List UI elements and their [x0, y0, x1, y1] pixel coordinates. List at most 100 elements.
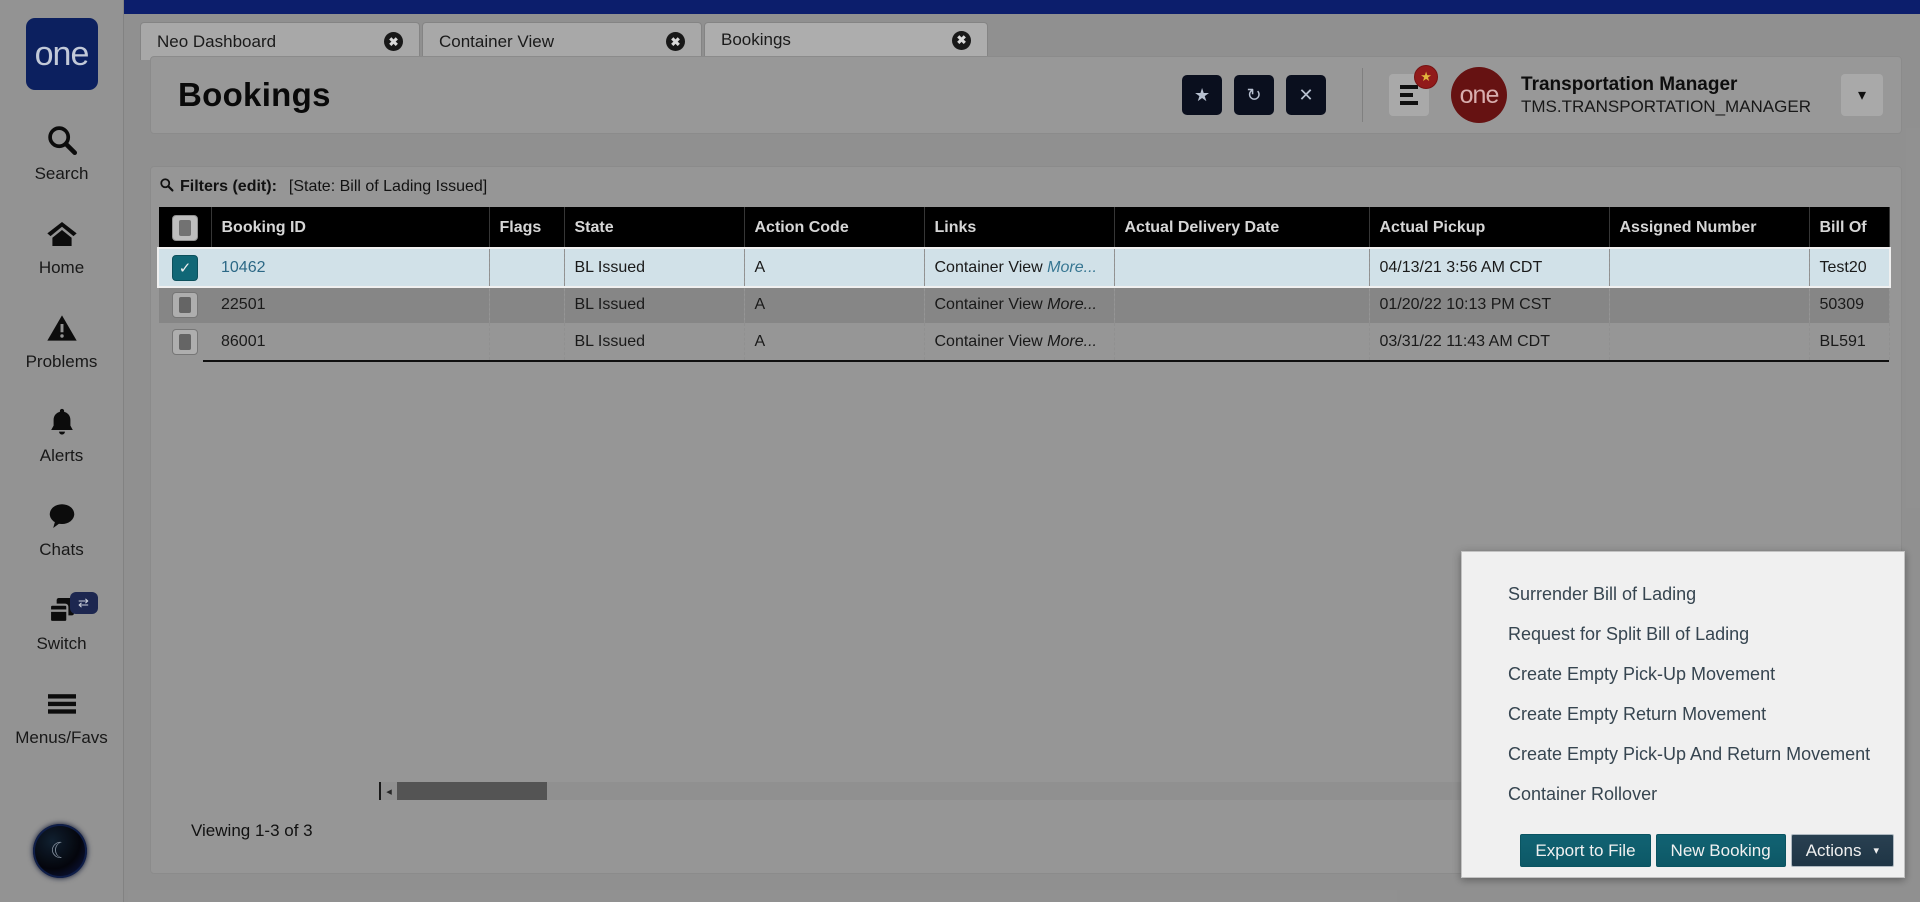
hamburger-icon: [45, 684, 79, 724]
cell-actual-delivery-date: [1114, 286, 1370, 323]
cell-assigned-number: [1609, 286, 1810, 323]
header-menu-button[interactable]: ★: [1389, 65, 1439, 116]
cell-booking-id[interactable]: 22501: [211, 286, 490, 323]
bell-icon: [46, 402, 78, 442]
cell-flags: [489, 286, 565, 323]
row-checkbox[interactable]: [172, 328, 198, 355]
cell-actual-pickup: 04/13/21 3:56 AM CDT: [1369, 249, 1610, 286]
table-row[interactable]: 22501 BL Issued A Container View More...…: [159, 286, 1890, 323]
menu-item-create-empty-return-movement[interactable]: Create Empty Return Movement: [1462, 694, 1904, 734]
cell-actual-delivery-date: [1114, 323, 1370, 360]
more-link[interactable]: More...: [1047, 259, 1097, 276]
menu-item-container-rollover[interactable]: Container Rollover: [1462, 774, 1904, 814]
row-checkbox[interactable]: [172, 291, 198, 318]
user-id: TMS.TRANSPORTATION_MANAGER: [1521, 97, 1811, 117]
refresh-button[interactable]: ↻: [1234, 75, 1275, 115]
tab-strip: Neo Dashboard ✖ Container View ✖ Booking…: [140, 14, 990, 60]
select-all-checkbox[interactable]: [171, 215, 198, 241]
top-accent-bar: [124, 0, 1920, 14]
column-header-assigned-number[interactable]: Assigned Number: [1609, 207, 1810, 249]
cell-links[interactable]: Container View More...: [924, 249, 1115, 286]
column-header-links[interactable]: Links: [924, 207, 1115, 249]
filters-label[interactable]: Filters (edit):: [180, 178, 277, 196]
scroll-left-arrow-icon[interactable]: ◂: [381, 785, 397, 798]
sidebar-item-label: Switch: [36, 634, 87, 653]
chat-bubble-icon: [44, 496, 80, 536]
assistant-orb-button[interactable]: ☾: [33, 824, 87, 878]
cell-state: BL Issued: [564, 323, 745, 360]
cell-bill-of: BL591: [1809, 323, 1890, 360]
checkbox-inner: [178, 220, 191, 236]
more-link[interactable]: More...: [1047, 296, 1097, 313]
export-to-file-button[interactable]: Export to File: [1520, 834, 1651, 867]
actions-dropdown-menu: Surrender Bill of Lading Request for Spl…: [1461, 551, 1905, 878]
table-row[interactable]: 86001 BL Issued A Container View More...…: [159, 323, 1890, 360]
sidebar-item-switch[interactable]: ⇄ Switch: [0, 590, 124, 654]
cell-action-code: A: [744, 286, 925, 323]
tab-container-view[interactable]: Container View ✖: [422, 22, 702, 60]
menu-item-surrender-bill-of-lading[interactable]: Surrender Bill of Lading: [1462, 574, 1904, 614]
container-view-link[interactable]: Container View: [935, 296, 1043, 313]
new-booking-button[interactable]: New Booking: [1655, 834, 1786, 867]
sidebar-item-label: Problems: [25, 352, 98, 371]
column-header-bill-of[interactable]: Bill Of: [1809, 207, 1890, 249]
search-icon: [45, 120, 79, 160]
actions-button-label: Actions: [1805, 840, 1862, 860]
row-checkbox[interactable]: ✓: [172, 254, 198, 281]
column-header-booking-id[interactable]: Booking ID: [211, 207, 490, 249]
swap-arrows-icon[interactable]: ⇄: [69, 592, 98, 614]
column-header-action-code[interactable]: Action Code: [744, 207, 925, 249]
search-icon: [159, 177, 174, 197]
sidebar-item-home[interactable]: Home: [0, 214, 124, 278]
row-select-cell: [159, 286, 211, 323]
tab-neo-dashboard[interactable]: Neo Dashboard ✖: [140, 22, 420, 60]
viewing-count: Viewing 1-3 of 3: [191, 821, 313, 840]
one-network-logo[interactable]: one: [25, 18, 98, 90]
star-icon: ★: [1193, 84, 1211, 105]
menu-item-create-empty-pickup-movement[interactable]: Create Empty Pick-Up Movement: [1462, 654, 1904, 694]
bookings-table-wrapper: Booking ID Flags State Action Code Links…: [157, 207, 1897, 362]
close-icon[interactable]: ✖: [666, 32, 685, 51]
more-link[interactable]: More...: [1047, 333, 1097, 350]
close-icon: ✕: [1298, 84, 1314, 105]
cell-links[interactable]: Container View More...: [924, 323, 1115, 360]
actions-button[interactable]: Actions ▾: [1790, 834, 1894, 867]
close-icon[interactable]: ✖: [384, 32, 403, 51]
sidebar-item-label: Chats: [39, 540, 84, 559]
table-row[interactable]: ✓ 10462 BL Issued A Container View More.…: [157, 247, 1891, 288]
favorite-star-button[interactable]: ★: [1182, 75, 1223, 115]
header-divider: [1362, 68, 1364, 122]
sidebar-item-menus-favs[interactable]: Menus/Favs: [0, 684, 124, 748]
sidebar-item-problems[interactable]: Problems: [0, 308, 124, 372]
menu-item-create-empty-pickup-and-return-movement[interactable]: Create Empty Pick-Up And Return Movement: [1462, 734, 1904, 774]
avatar[interactable]: one: [1451, 67, 1508, 123]
container-view-link[interactable]: Container View: [935, 259, 1043, 276]
chevron-down-glyph: ▾: [1857, 87, 1867, 104]
cell-flags: [489, 323, 565, 360]
refresh-icon: ↻: [1246, 84, 1262, 105]
container-view-link[interactable]: Container View: [935, 333, 1043, 350]
cell-booking-id[interactable]: 86001: [211, 323, 490, 360]
sidebar-item-chats[interactable]: Chats: [0, 496, 124, 560]
close-button[interactable]: ✕: [1286, 75, 1327, 115]
cell-booking-id[interactable]: 10462: [211, 249, 490, 286]
caret-down-icon: ▾: [1873, 845, 1879, 857]
column-header-actual-delivery-date[interactable]: Actual Delivery Date: [1114, 207, 1370, 249]
user-menu-chevron-down-icon[interactable]: ▾: [1841, 74, 1883, 116]
sidebar-item-label: Search: [34, 164, 89, 183]
tab-bookings[interactable]: Bookings ✖: [704, 22, 988, 60]
warning-triangle-icon: [45, 308, 79, 348]
cell-assigned-number: [1609, 249, 1810, 286]
cell-assigned-number: [1609, 323, 1810, 360]
horizontal-scrollbar[interactable]: ◂: [379, 782, 1627, 800]
column-header-flags[interactable]: Flags: [489, 207, 565, 249]
sidebar-item-alerts[interactable]: Alerts: [0, 402, 124, 466]
user-name: Transportation Manager: [1521, 73, 1738, 95]
scrollbar-thumb[interactable]: [397, 782, 547, 800]
sidebar-item-search[interactable]: Search: [0, 120, 124, 184]
menu-item-request-split-bill-of-lading[interactable]: Request for Split Bill of Lading: [1462, 614, 1904, 654]
cell-links[interactable]: Container View More...: [924, 286, 1115, 323]
column-header-state[interactable]: State: [564, 207, 745, 249]
close-icon[interactable]: ✖: [952, 30, 971, 50]
column-header-actual-pickup[interactable]: Actual Pickup: [1369, 207, 1610, 249]
